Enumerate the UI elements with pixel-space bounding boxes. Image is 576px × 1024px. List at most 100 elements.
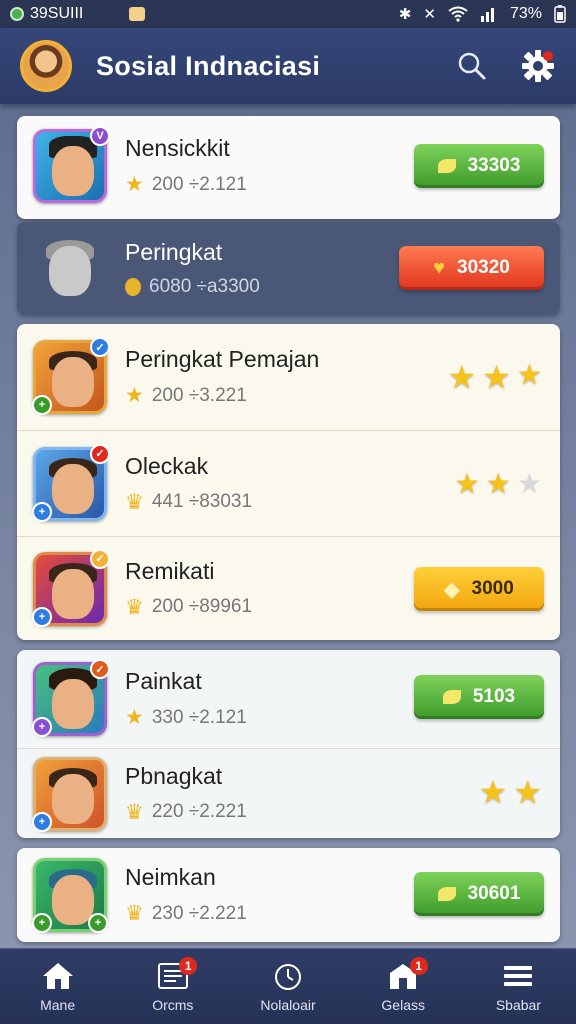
notification-badge: 1 [179, 957, 198, 975]
player-group-card: ✓ + Painkat ★ 330 ÷2.121 5103 + Pbnagkat … [17, 650, 560, 838]
player-name: Oleckak [125, 452, 209, 479]
nav-list[interactable]: 1 Orcms [115, 949, 230, 1024]
player-name: Painkat [125, 668, 202, 694]
player-stats: 6080 ÷a3300 [149, 276, 260, 297]
score-value: 3000 [471, 578, 514, 599]
app-notification-icon [10, 7, 24, 21]
star-icon: ★ [125, 384, 144, 407]
star-filled-icon: ★ [513, 774, 542, 810]
level-badge-icon: + [88, 913, 108, 933]
settings-button[interactable] [520, 48, 556, 84]
star-icon: ★ [125, 706, 144, 729]
star-filled-icon: ★ [478, 774, 508, 810]
score-button[interactable]: 33303 [414, 144, 544, 188]
rating-stars: ★ ★ ★ [455, 467, 542, 500]
profile-avatar[interactable] [20, 40, 72, 92]
score-button[interactable]: ◆ 3000 [414, 567, 544, 611]
leaf-icon [437, 159, 456, 173]
player-row[interactable]: Peringkat 6080 ÷a3300 ♥ 30320 [17, 222, 560, 315]
player-row[interactable]: ✓ + Painkat ★ 330 ÷2.121 5103 [17, 650, 560, 748]
skill-badge-icon: + [32, 395, 52, 415]
player-avatar: ✓ + [32, 337, 110, 415]
status-left-text: 39SUIII [30, 5, 84, 22]
level-badge-icon: ✓ [90, 659, 110, 679]
player-stats: 220 ÷2.221 [151, 801, 247, 822]
player-row[interactable]: + Pbnagkat ♛ 220 ÷2.221 ★ ★ [17, 748, 560, 838]
player-avatar: ✓ + [32, 443, 110, 522]
player-avatar: V [33, 126, 110, 203]
star-filled-icon: ★ [485, 468, 511, 499]
score-button[interactable]: ♥ 30320 [399, 246, 544, 290]
player-row[interactable]: ✓ + Peringkat Pemajan ★ 200 ÷3.221 ★ ★ ★ [17, 324, 560, 430]
player-name: Peringkat Pemajan [125, 346, 320, 372]
star-filled-icon: ★ [454, 468, 480, 499]
nav-timer[interactable]: Nolaloair [230, 949, 345, 1024]
player-avatar [33, 232, 107, 306]
gear-icon [522, 50, 554, 82]
player-name: Remikati [125, 557, 215, 584]
level-badge-icon: V [90, 126, 110, 146]
level-badge-icon: ✓ [90, 548, 110, 569]
player-stats: 200 ÷2.121 [151, 173, 247, 195]
player-group-card: ✓ + Peringkat Pemajan ★ 200 ÷3.221 ★ ★ ★ … [17, 324, 560, 640]
player-avatar: + + [32, 858, 108, 933]
nav-shop[interactable]: 1 Gelass [346, 949, 461, 1024]
score-button[interactable]: 5103 [414, 675, 544, 719]
player-row[interactable]: V Nensickkit ★ 200 ÷2.121 33303 [17, 116, 560, 216]
app-bar: Sosial Indnaciasi [0, 28, 576, 104]
player-avatar: + [32, 756, 107, 832]
battery-icon [554, 5, 566, 23]
nav-label: Mane [40, 996, 76, 1013]
battery-level: 73% [509, 5, 542, 22]
crown-icon: ♛ [125, 595, 144, 619]
player-name: Nensickkit [125, 135, 230, 161]
coin-icon [125, 278, 141, 296]
nav-home[interactable]: Mane [0, 949, 115, 1024]
player-stats: 330 ÷2.121 [151, 706, 247, 728]
leaf-icon [442, 690, 461, 704]
player-avatar: ✓ + [32, 548, 110, 627]
crown-icon: ♛ [125, 800, 144, 824]
home-icon [42, 962, 73, 989]
mute-icon: ✕ [423, 6, 436, 23]
photo-notification-icon [129, 7, 146, 21]
crown-icon: ♛ [125, 490, 144, 514]
crown-icon: ♛ [125, 902, 144, 925]
skill-badge-icon: + [32, 811, 52, 832]
player-avatar: ✓ + [32, 659, 110, 737]
nav-menu[interactable]: Sbabar [461, 949, 576, 1024]
leaf-icon [437, 887, 456, 901]
timer-icon [275, 963, 301, 990]
player-name: Peringkat [125, 239, 223, 265]
notification-badge: 1 [409, 957, 428, 975]
nav-label: Nolaloair [260, 996, 316, 1013]
score-value: 33303 [467, 155, 521, 176]
nav-label: Gelass [381, 996, 425, 1013]
menu-icon [504, 965, 533, 986]
player-row[interactable]: + + Neimkan ♛ 230 ÷2.221 30601 [17, 848, 560, 942]
score-button[interactable]: 30601 [414, 872, 544, 916]
player-card: + + Neimkan ♛ 230 ÷2.221 30601 [17, 848, 560, 942]
bottom-navigation: Mane 1 Orcms Nolaloair 1 Gelass Sbabar [0, 948, 576, 1024]
player-row[interactable]: ✓ + Oleckak ♛ 441 ÷83031 ★ ★ ★ [17, 430, 560, 536]
nav-label: Orcms [152, 996, 194, 1013]
skill-badge-icon: + [32, 717, 52, 737]
page-title: Sosial Indnaciasi [96, 50, 321, 81]
level-badge-icon: ✓ [90, 443, 110, 464]
star-empty-icon: ★ [516, 468, 542, 499]
search-icon [458, 52, 486, 80]
diamond-icon: ◆ [444, 578, 460, 601]
star-icon: ★ [125, 173, 144, 196]
nav-label: Sbabar [495, 996, 541, 1013]
star-filled-icon: ★ [482, 359, 511, 395]
score-value: 30320 [457, 257, 510, 278]
rating-stars: ★ ★ ★ [448, 358, 542, 396]
player-row[interactable]: ✓ + Remikati ♛ 200 ÷89961 ◆ 3000 [17, 536, 560, 640]
rating-stars: ★ ★ [479, 773, 542, 811]
level-badge-icon: ✓ [90, 337, 110, 357]
player-stats: 441 ÷83031 [151, 491, 253, 512]
skill-badge-icon: + [32, 501, 52, 522]
score-value: 30601 [467, 883, 521, 904]
search-button[interactable] [454, 48, 490, 84]
player-card-highlighted: Peringkat 6080 ÷a3300 ♥ 30320 [17, 222, 560, 315]
